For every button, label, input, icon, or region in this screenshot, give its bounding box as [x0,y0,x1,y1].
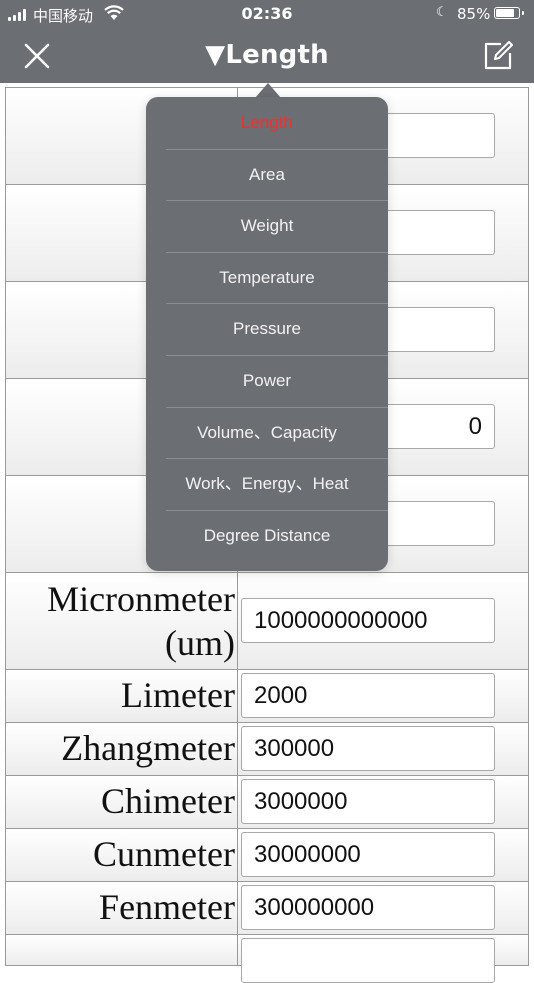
unit-value-input[interactable]: 1000000000000 [241,598,495,643]
unit-label: Chimeter [6,776,238,828]
status-bar: 中国移动 02:36 ☾ 85% [0,0,534,28]
menu-item-length[interactable]: Length [146,97,388,149]
menu-item-area[interactable]: Area [146,148,388,201]
unit-label-line1: Micronmeter [47,579,235,619]
unit-label: Cunmeter [6,829,238,881]
battery-icon [494,7,524,19]
menu-item-weight[interactable]: Weight [146,200,388,252]
menu-item-degree-distance[interactable]: Degree Distance [146,509,388,562]
unit-value-input[interactable] [241,938,495,983]
unit-label: Zhangmeter [6,723,238,775]
table-row: Fenmeter 300000000 [5,882,529,935]
do-not-disturb-moon-icon: ☾ [436,5,448,20]
edit-icon[interactable] [481,39,515,73]
menu-item-power[interactable]: Power [146,354,388,407]
unit-label: Fenmeter [6,882,238,934]
unit-label-line2: (um) [165,623,235,663]
unit-label: Limeter [6,670,238,722]
table-row: Cunmeter 30000000 [5,829,529,882]
status-time: 02:36 [241,4,293,23]
menu-item-work-energy-heat[interactable]: Work、Energy、Heat [146,458,388,510]
table-row: Chimeter 3000000 [5,776,529,829]
popover-arrow [255,83,281,98]
menu-item-volume-capacity[interactable]: Volume、Capacity [146,406,388,459]
unit-value-input[interactable]: 3000000 [241,779,495,824]
unit-category-menu: Length Area Weight Temperature Pressure … [146,97,388,571]
unit-value-input[interactable]: 300000000 [241,885,495,930]
menu-item-pressure[interactable]: Pressure [146,303,388,355]
unit-label [6,935,238,965]
table-row: Zhangmeter 300000 [5,723,529,776]
unit-category-dropdown-title[interactable]: ▼Length [0,40,534,70]
unit-value-input[interactable]: 2000 [241,673,495,718]
table-row: Micronmeter (um) 1000000000000 [5,573,529,670]
menu-item-temperature[interactable]: Temperature [146,251,388,304]
table-row-partial [5,935,529,983]
table-row: Limeter 2000 [5,670,529,723]
unit-label: Micronmeter (um) [6,573,238,669]
battery-percent: 85% [457,5,491,23]
unit-value-input[interactable]: 300000 [241,726,495,771]
nav-bar: ▼Length [0,28,534,83]
unit-value-input[interactable]: 30000000 [241,832,495,877]
